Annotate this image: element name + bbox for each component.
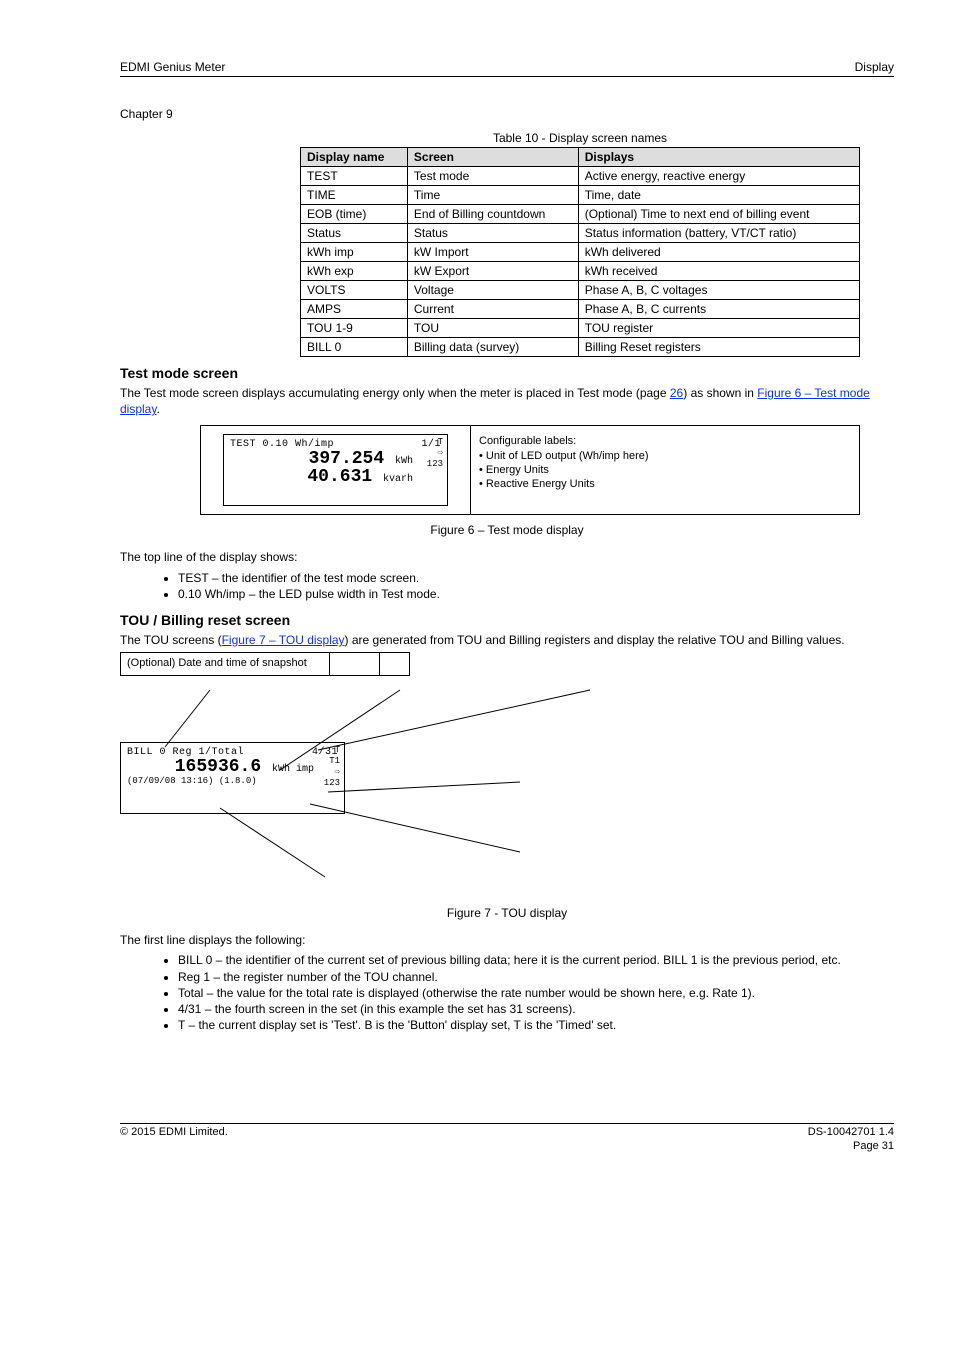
- fig7-container: Display label, register 1, total rate Va…: [120, 652, 890, 902]
- page-ref-link[interactable]: 26: [670, 386, 683, 400]
- fig7-line2: (07/09/08 13:16) (1.8.0): [127, 776, 338, 786]
- heading-tou: TOU / Billing reset screen: [120, 612, 894, 628]
- footer-copyright: © 2015 EDMI Limited.: [120, 1126, 228, 1138]
- table-row: TOU 1-9TOUTOU register: [301, 319, 860, 338]
- fig6-val1: 397.254: [309, 449, 385, 469]
- callout-snapshot: (Optional) Date and time of snapshot: [120, 652, 330, 676]
- list-item: Total – the value for the total rate is …: [178, 985, 894, 1001]
- list-item: 4/31 – the fourth screen in the set (in …: [178, 1001, 894, 1017]
- tou-list-intro: The first line displays the following:: [120, 932, 894, 948]
- footer-docid: DS-10042701 1.4: [808, 1126, 894, 1138]
- list-item: 0.10 Wh/imp – the LED pulse width in Tes…: [178, 586, 894, 602]
- table-row: BILL 0Billing data (survey)Billing Reset…: [301, 338, 860, 357]
- fig7-caption: Figure 7 - TOU display: [120, 906, 894, 920]
- table-row: TESTTest modeActive energy, reactive ene…: [301, 167, 860, 186]
- tou-list: BILL 0 – the identifier of the current s…: [138, 952, 894, 1033]
- table-row: StatusStatusStatus information (battery,…: [301, 224, 860, 243]
- table10-title: Table 10 - Display screen names: [300, 131, 860, 145]
- th-displayname: Display name: [301, 148, 408, 167]
- tou-para: The TOU screens (Figure 7 – TOU display)…: [120, 632, 894, 648]
- fig6-lcd: TEST 0.10 Wh/imp 1/1 397.254 kWh 40.631 …: [223, 434, 448, 506]
- th-screen: Screen: [407, 148, 578, 167]
- list-item: TEST – the identifier of the test mode s…: [178, 570, 894, 586]
- fig7-unit1: kWh imp: [272, 764, 314, 775]
- list-item: BILL 0 – the identifier of the current s…: [178, 952, 894, 968]
- fig7-lcd-symbols: T T1 ⇨ 123: [324, 745, 340, 788]
- table-row: AMPSCurrentPhase A, B, C currents: [301, 300, 860, 319]
- table-row: kWh expkW ExportkWh received: [301, 262, 860, 281]
- chapter-label: Chapter 9: [120, 107, 894, 121]
- fig6-unit2: kvarh: [383, 474, 413, 485]
- list-item: T – the current display set is 'Test'. B…: [178, 1017, 894, 1033]
- fig6-container: TEST 0.10 Wh/imp 1/1 397.254 kWh 40.631 …: [200, 425, 860, 515]
- table-row: EOB (time)End of Billing countdown(Optio…: [301, 205, 860, 224]
- test-mode-para: The Test mode screen displays accumulati…: [120, 385, 894, 417]
- fig6-unit1: kWh: [395, 456, 413, 467]
- heading-test-mode: Test mode screen: [120, 365, 894, 381]
- fig6-lcd-symbols: T ⇨ 123: [427, 437, 443, 469]
- table10: Display name Screen Displays TESTTest mo…: [300, 147, 860, 357]
- hdr-right: Display: [855, 60, 894, 74]
- table-row: kWh impkW ImportkWh delivered: [301, 243, 860, 262]
- fig7-link[interactable]: Figure 7 – TOU display: [222, 633, 345, 647]
- fig7-val1: 165936.6: [175, 757, 261, 777]
- test-list: TEST – the identifier of the test mode s…: [138, 570, 894, 602]
- hdr-left: EDMI Genius Meter: [120, 60, 225, 74]
- fig7-lcd: BILL 0 Reg 1/Total 4/31 165936.6 kWh imp…: [120, 742, 345, 814]
- table-row: TIMETimeTime, date: [301, 186, 860, 205]
- table-row: VOLTSVoltagePhase A, B, C voltages: [301, 281, 860, 300]
- test-list-intro: The top line of the display shows:: [120, 549, 894, 565]
- list-item: Reg 1 – the register number of the TOU c…: [178, 969, 894, 985]
- fig6-caption: Figure 6 – Test mode display: [120, 523, 894, 537]
- th-displays: Displays: [578, 148, 859, 167]
- fig6-val2: 40.631: [307, 467, 372, 487]
- fig6-labels: Configurable labels: • Unit of LED outpu…: [471, 426, 859, 514]
- footer-page: Page 31: [853, 1140, 894, 1152]
